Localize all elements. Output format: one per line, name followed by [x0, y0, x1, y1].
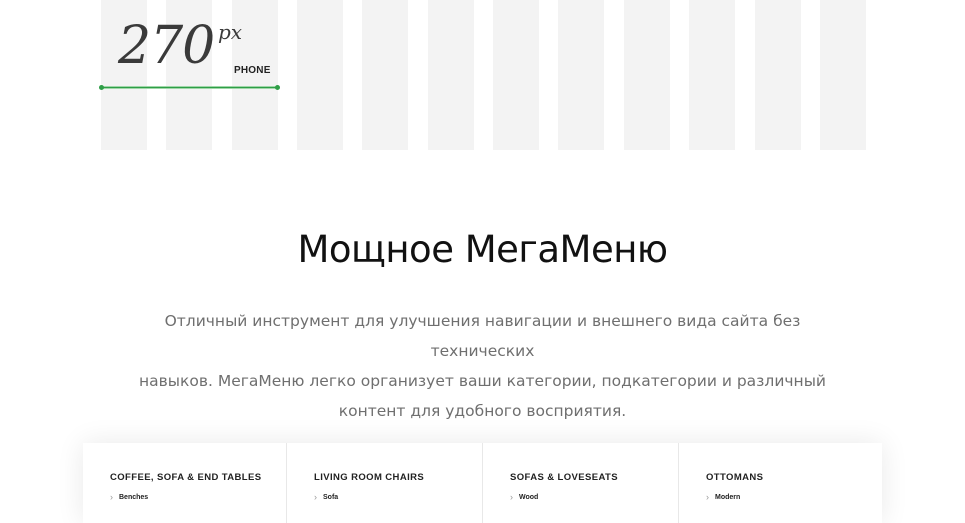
grid-column: [755, 0, 801, 150]
grid-column: [428, 0, 474, 150]
measure-end-dot: [275, 85, 280, 90]
section-title: Мощное МегаМеню: [297, 228, 668, 271]
description-line: навыков. МегаМеню легко организует ваши …: [138, 372, 827, 390]
mega-menu-item-label: Benches: [119, 493, 149, 501]
mega-menu-column: LIVING ROOM CHAIRS › Sofa: [286, 443, 483, 523]
mega-menu-item[interactable]: › Benches: [110, 492, 261, 502]
grid-column: [689, 0, 735, 150]
column-grid-illustration: 270 px PHONE: [0, 0, 965, 150]
grid-column: [493, 0, 539, 150]
grid-column: [820, 0, 866, 150]
breakpoint-device-label: PHONE: [234, 65, 271, 76]
breakpoint-unit: px: [218, 20, 243, 44]
chevron-right-icon: ›: [314, 492, 317, 502]
mega-menu-preview: COFFEE, SOFA & END TABLES › Benches LIVI…: [83, 443, 882, 523]
mega-menu-heading[interactable]: COFFEE, SOFA & END TABLES: [110, 472, 261, 483]
mega-menu-heading[interactable]: SOFAS & LOVESEATS: [510, 472, 618, 483]
description-line: контент для удобного восприятия.: [338, 402, 627, 420]
mega-menu-column: SOFAS & LOVESEATS › Wood: [482, 443, 679, 523]
mega-menu-heading[interactable]: LIVING ROOM CHAIRS: [314, 472, 424, 483]
mega-menu-item[interactable]: › Sofa: [314, 492, 424, 502]
mega-menu-column: OTTOMANS › Modern: [678, 443, 883, 523]
mega-menu-heading[interactable]: OTTOMANS: [706, 472, 763, 483]
measure-start-dot: [99, 85, 104, 90]
grid-column: [624, 0, 670, 150]
chevron-right-icon: ›: [110, 492, 113, 502]
chevron-right-icon: ›: [510, 492, 513, 502]
grid-column: [297, 0, 343, 150]
chevron-right-icon: ›: [706, 492, 709, 502]
mega-menu-item-label: Modern: [715, 493, 741, 501]
breakpoint-measure-line: [101, 86, 277, 89]
mega-menu-item-label: Wood: [519, 493, 539, 501]
description-line: Отличный инструмент для улучшения навига…: [164, 312, 801, 360]
grid-column: [362, 0, 408, 150]
section-description: Отличный инструмент для улучшения навига…: [130, 306, 835, 426]
mega-menu-item[interactable]: › Wood: [510, 492, 618, 502]
grid-column: [558, 0, 604, 150]
breakpoint-width-value: 270: [118, 16, 215, 76]
mega-menu-column: COFFEE, SOFA & END TABLES › Benches: [83, 443, 286, 523]
mega-menu-item-label: Sofa: [323, 493, 339, 501]
mega-menu-item[interactable]: › Modern: [706, 492, 763, 502]
